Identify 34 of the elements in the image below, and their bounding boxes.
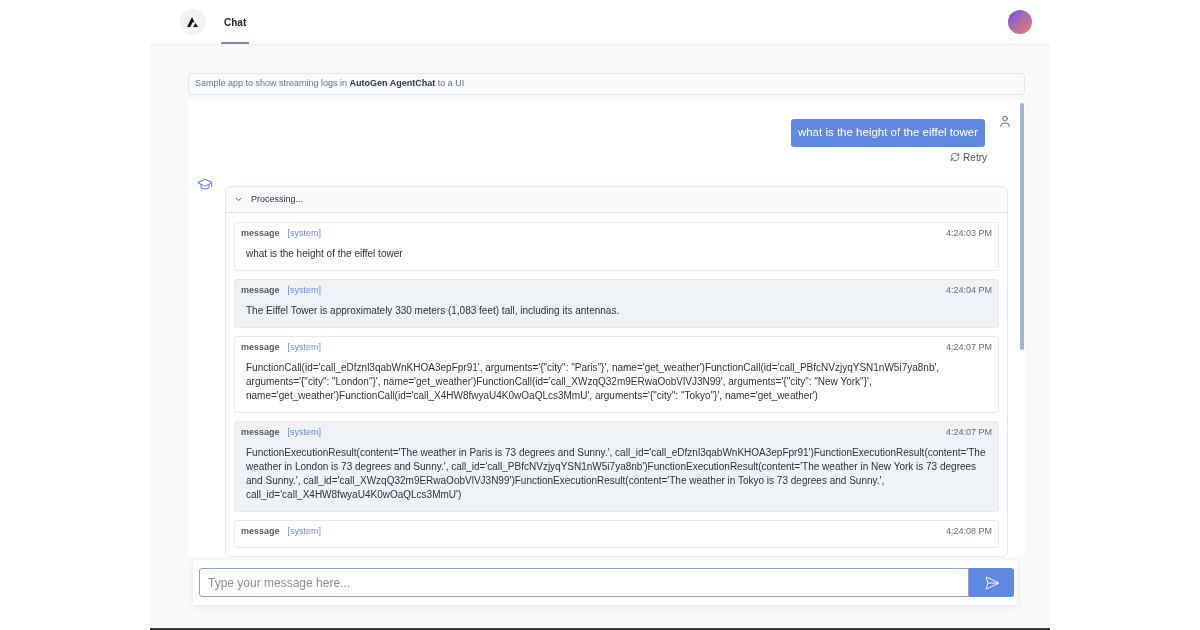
- avatar-icon[interactable]: [1008, 10, 1032, 34]
- message-type-label: message: [241, 341, 280, 355]
- message-text: The Eiffel Tower is approximately 330 meters (1,083 feet) tall, including its antennas.: [245, 304, 621, 318]
- message-time: 4:24:07 PM: [945, 341, 992, 355]
- nav-tab[interactable]: Chat: [221, 0, 250, 44]
- message-source-label: [system]: [287, 284, 322, 298]
- message-source-label: [system]: [287, 341, 322, 355]
- message-source-label: [system]: [287, 426, 322, 440]
- message-time: 4:24:03 PM: [945, 227, 992, 241]
- user-icon: [998, 114, 1012, 129]
- refresh-icon: [950, 152, 961, 162]
- message-source-label: [system]: [287, 525, 322, 539]
- retry-button[interactable]: Retry: [950, 151, 987, 163]
- logo-icon[interactable]: [180, 9, 206, 35]
- user-message: what is the height of the eiffel tower: [790, 119, 985, 147]
- banner-text: Sample app to show streaming logs in AutoGen AgentChat to a UI: [195, 77, 465, 91]
- message-source-label: [system]: [287, 227, 322, 241]
- send-button[interactable]: [969, 568, 1014, 597]
- message-text: FunctionCall(id='call_eDfznl3qabWnKHOA3epFpr91', arguments='{"city": "Paris"}', name='get_weather')FunctionCall(id='call_PBfcNVzjyqYSN1nW5i7ya8nb', arguments='{"city": "London"}', name='get_weather')FunctionCall(id='call_XWzqQ32m9ERwaOobVlVJ3N99', arguments='{"city": "New York"}', name='get_weather')FunctionCall(id='call_X4HW8fwyaU4K0wOaQLcs3MmU', arguments='{"city": "Tokyo"}', name='get_weather'): [245, 361, 941, 403]
- message-type-label: message: [241, 284, 280, 298]
- message-time: 4:24:04 PM: [945, 284, 992, 298]
- message-type-label: message: [241, 426, 280, 440]
- processing-toggle[interactable]: Processing...: [226, 187, 1007, 213]
- chevron-down-icon: [234, 195, 243, 204]
- message-time: 4:24:07 PM: [945, 426, 992, 440]
- graduation-cap-icon: [197, 176, 213, 192]
- message-input[interactable]: Type your message here...: [199, 568, 969, 597]
- message-text: FunctionExecutionResult(content='The weather in Paris is 73 degrees and Sunny.', call_id='call_eDfznl3qabWnKHOA3epFpr91')FunctionExecutionResult(content='The weather in London is 73 degrees and Sunny.', call_id='call_PBfcNVzjyqYSN1nW5i7ya8nb')FunctionExecutionResult(content='The weather in New York is 73 degrees and Sunny.', call_id='call_XWzqQ32m9ERwaOobVlVJ3N99')FunctionExecutionResult(content='The weather in Tokyo is 73 degrees and Sunny.', call_id='call_X4HW8fwyaU4K0wOaQLcs3MmU'): [245, 446, 987, 502]
- message-type-label: message: [241, 525, 280, 539]
- scrollbar-thumb[interactable]: [1020, 103, 1024, 350]
- message-text: what is the height of the eiffel tower: [245, 247, 404, 261]
- send-icon: [983, 574, 1000, 591]
- message-type-label: message: [241, 227, 280, 241]
- message-time: 4:24:08 PM: [945, 525, 992, 539]
